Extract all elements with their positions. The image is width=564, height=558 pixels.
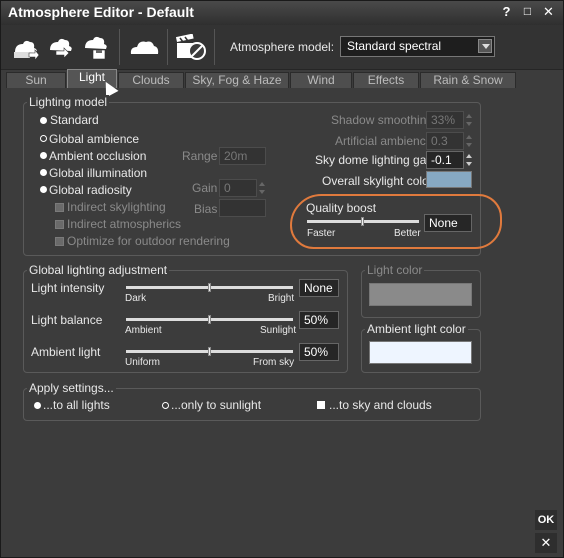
tab-effects[interactable]: Effects bbox=[353, 72, 419, 88]
ok-button[interactable]: OK bbox=[535, 510, 557, 530]
toolbar-separator bbox=[167, 29, 168, 65]
apply-settings-title: Apply settings... bbox=[27, 381, 116, 395]
overall-skylight-swatch[interactable] bbox=[426, 171, 472, 188]
atmosphere-model-select[interactable]: Standard spectral bbox=[340, 36, 495, 57]
light-balance-thumb[interactable] bbox=[208, 315, 211, 324]
sky-dome-gain-label: Sky dome lighting gain bbox=[315, 153, 436, 167]
light-intensity-value[interactable]: None bbox=[299, 279, 339, 297]
radio-global-radiosity-label: Global radiosity bbox=[49, 183, 132, 197]
toolbar-separator bbox=[119, 29, 120, 65]
toolbar: Atmosphere model: Standard spectral bbox=[1, 25, 563, 70]
atmosphere-model-label: Atmosphere model: bbox=[230, 40, 335, 54]
maximize-button[interactable]: □ bbox=[520, 4, 535, 19]
radio-standard-label: Standard bbox=[50, 113, 99, 127]
window-title: Atmosphere Editor - Default bbox=[8, 4, 194, 20]
apply-sunlight-label: ...only to sunlight bbox=[171, 398, 262, 412]
light-balance-value[interactable]: 50% bbox=[299, 311, 339, 329]
shadow-smoothing-stepper[interactable] bbox=[465, 111, 474, 129]
light-intensity-high-label: Bright bbox=[268, 293, 295, 304]
tab-rain-snow[interactable]: Rain & Snow bbox=[420, 72, 516, 88]
tab-wind[interactable]: Wind bbox=[290, 72, 352, 88]
sky-dome-gain-stepper[interactable] bbox=[465, 151, 474, 169]
radio-global-radiosity[interactable] bbox=[40, 186, 47, 193]
light-intensity-thumb[interactable] bbox=[208, 283, 211, 292]
annotation-highlight bbox=[290, 194, 502, 249]
sky-dome-gain-input[interactable]: -0.1 bbox=[426, 151, 464, 169]
range-input[interactable]: 20m bbox=[219, 147, 266, 165]
overall-skylight-label: Overall skylight color bbox=[322, 174, 433, 188]
bias-input[interactable] bbox=[219, 199, 266, 217]
ambient-light-value[interactable]: 50% bbox=[299, 343, 339, 361]
light-balance-low-label: Ambient bbox=[125, 325, 162, 336]
radio-global-illumination[interactable] bbox=[40, 169, 47, 176]
ambient-light-high-label: From sky bbox=[253, 357, 295, 368]
load-atmosphere-icon[interactable] bbox=[11, 34, 40, 61]
ambient-light-slider[interactable] bbox=[126, 347, 293, 356]
render-preview-icon[interactable] bbox=[175, 33, 207, 60]
light-intensity-slider[interactable] bbox=[126, 283, 293, 292]
tab-clouds[interactable]: Clouds bbox=[118, 72, 184, 88]
artificial-ambience-label: Artificial ambience bbox=[335, 134, 433, 148]
optimize-outdoor-label: Optimize for outdoor rendering bbox=[67, 234, 230, 248]
ambient-light-label: Ambient light bbox=[31, 345, 101, 359]
light-balance-slider[interactable] bbox=[126, 315, 293, 324]
radio-ambient-occlusion-label: Ambient occlusion bbox=[49, 149, 147, 163]
chevron-down-icon bbox=[478, 39, 492, 53]
light-color-swatch[interactable] bbox=[369, 283, 472, 306]
tab-sun[interactable]: Sun bbox=[6, 72, 66, 88]
ambient-light-thumb[interactable] bbox=[208, 347, 211, 356]
tab-bar: Sun Light Clouds Sky, Fog & Haze Wind Ef… bbox=[6, 69, 516, 88]
indirect-atmospherics-label: Indirect atmospherics bbox=[67, 217, 182, 231]
apply-all-lights-radio[interactable] bbox=[34, 402, 41, 409]
lighting-model-title: Lighting model bbox=[27, 95, 110, 109]
indirect-atmospherics-checkbox[interactable] bbox=[55, 220, 64, 229]
toolbar-separator bbox=[214, 29, 215, 65]
artificial-ambience-input[interactable]: 0.3 bbox=[426, 132, 464, 150]
bias-label: Bias bbox=[194, 202, 218, 216]
global-lighting-title: Global lighting adjustment bbox=[27, 263, 170, 277]
radio-global-ambience[interactable] bbox=[40, 135, 47, 142]
gain-input[interactable]: 0 bbox=[219, 179, 257, 197]
title-bar[interactable]: Atmosphere Editor - Default ? □ ✕ bbox=[1, 1, 563, 25]
shadow-smoothing-input[interactable]: 33% bbox=[426, 111, 464, 129]
shadow-smoothing-label: Shadow smoothing bbox=[331, 113, 434, 127]
help-button[interactable]: ? bbox=[499, 4, 514, 19]
artificial-ambience-stepper[interactable] bbox=[465, 132, 474, 150]
ambient-light-color-swatch[interactable] bbox=[369, 341, 472, 364]
save-atmosphere-icon[interactable] bbox=[46, 34, 74, 60]
light-intensity-low-label: Dark bbox=[125, 293, 147, 304]
gain-stepper[interactable] bbox=[258, 179, 267, 197]
close-button[interactable]: ✕ bbox=[541, 4, 556, 19]
gain-label: Gain bbox=[192, 181, 218, 195]
apply-sunlight-radio[interactable] bbox=[162, 402, 169, 409]
light-balance-high-label: Sunlight bbox=[260, 325, 297, 336]
apply-sky-clouds-label: ...to sky and clouds bbox=[329, 398, 432, 412]
indirect-skylighting-checkbox[interactable] bbox=[55, 203, 64, 212]
apply-all-lights-label: ...to all lights bbox=[43, 398, 110, 412]
tab-sky-fog-haze[interactable]: Sky, Fog & Haze bbox=[185, 72, 289, 88]
ambient-light-low-label: Uniform bbox=[125, 357, 161, 368]
radio-global-ambience-label: Global ambience bbox=[49, 132, 140, 146]
light-balance-label: Light balance bbox=[31, 313, 103, 327]
light-intensity-label: Light intensity bbox=[31, 281, 105, 295]
ambient-light-color-label: Ambient light color bbox=[365, 322, 468, 336]
atmosphere-model-value: Standard spectral bbox=[347, 39, 442, 53]
range-label: Range bbox=[182, 149, 218, 163]
radio-ambient-occlusion[interactable] bbox=[40, 152, 47, 159]
optimize-outdoor-checkbox[interactable] bbox=[55, 237, 64, 246]
radio-global-illumination-label: Global illumination bbox=[49, 166, 148, 180]
apply-sky-clouds-checkbox[interactable] bbox=[317, 401, 325, 409]
cloud-icon[interactable] bbox=[128, 34, 160, 60]
radio-standard[interactable] bbox=[40, 117, 47, 124]
indirect-skylighting-label: Indirect skylighting bbox=[67, 200, 166, 214]
atmosphere-library-icon[interactable] bbox=[81, 34, 109, 60]
cancel-button[interactable]: ✕ bbox=[535, 533, 557, 553]
light-color-label: Light color bbox=[365, 263, 425, 277]
atmosphere-editor-window: Atmosphere Editor - Default ? □ ✕ Atmosp… bbox=[0, 0, 564, 558]
